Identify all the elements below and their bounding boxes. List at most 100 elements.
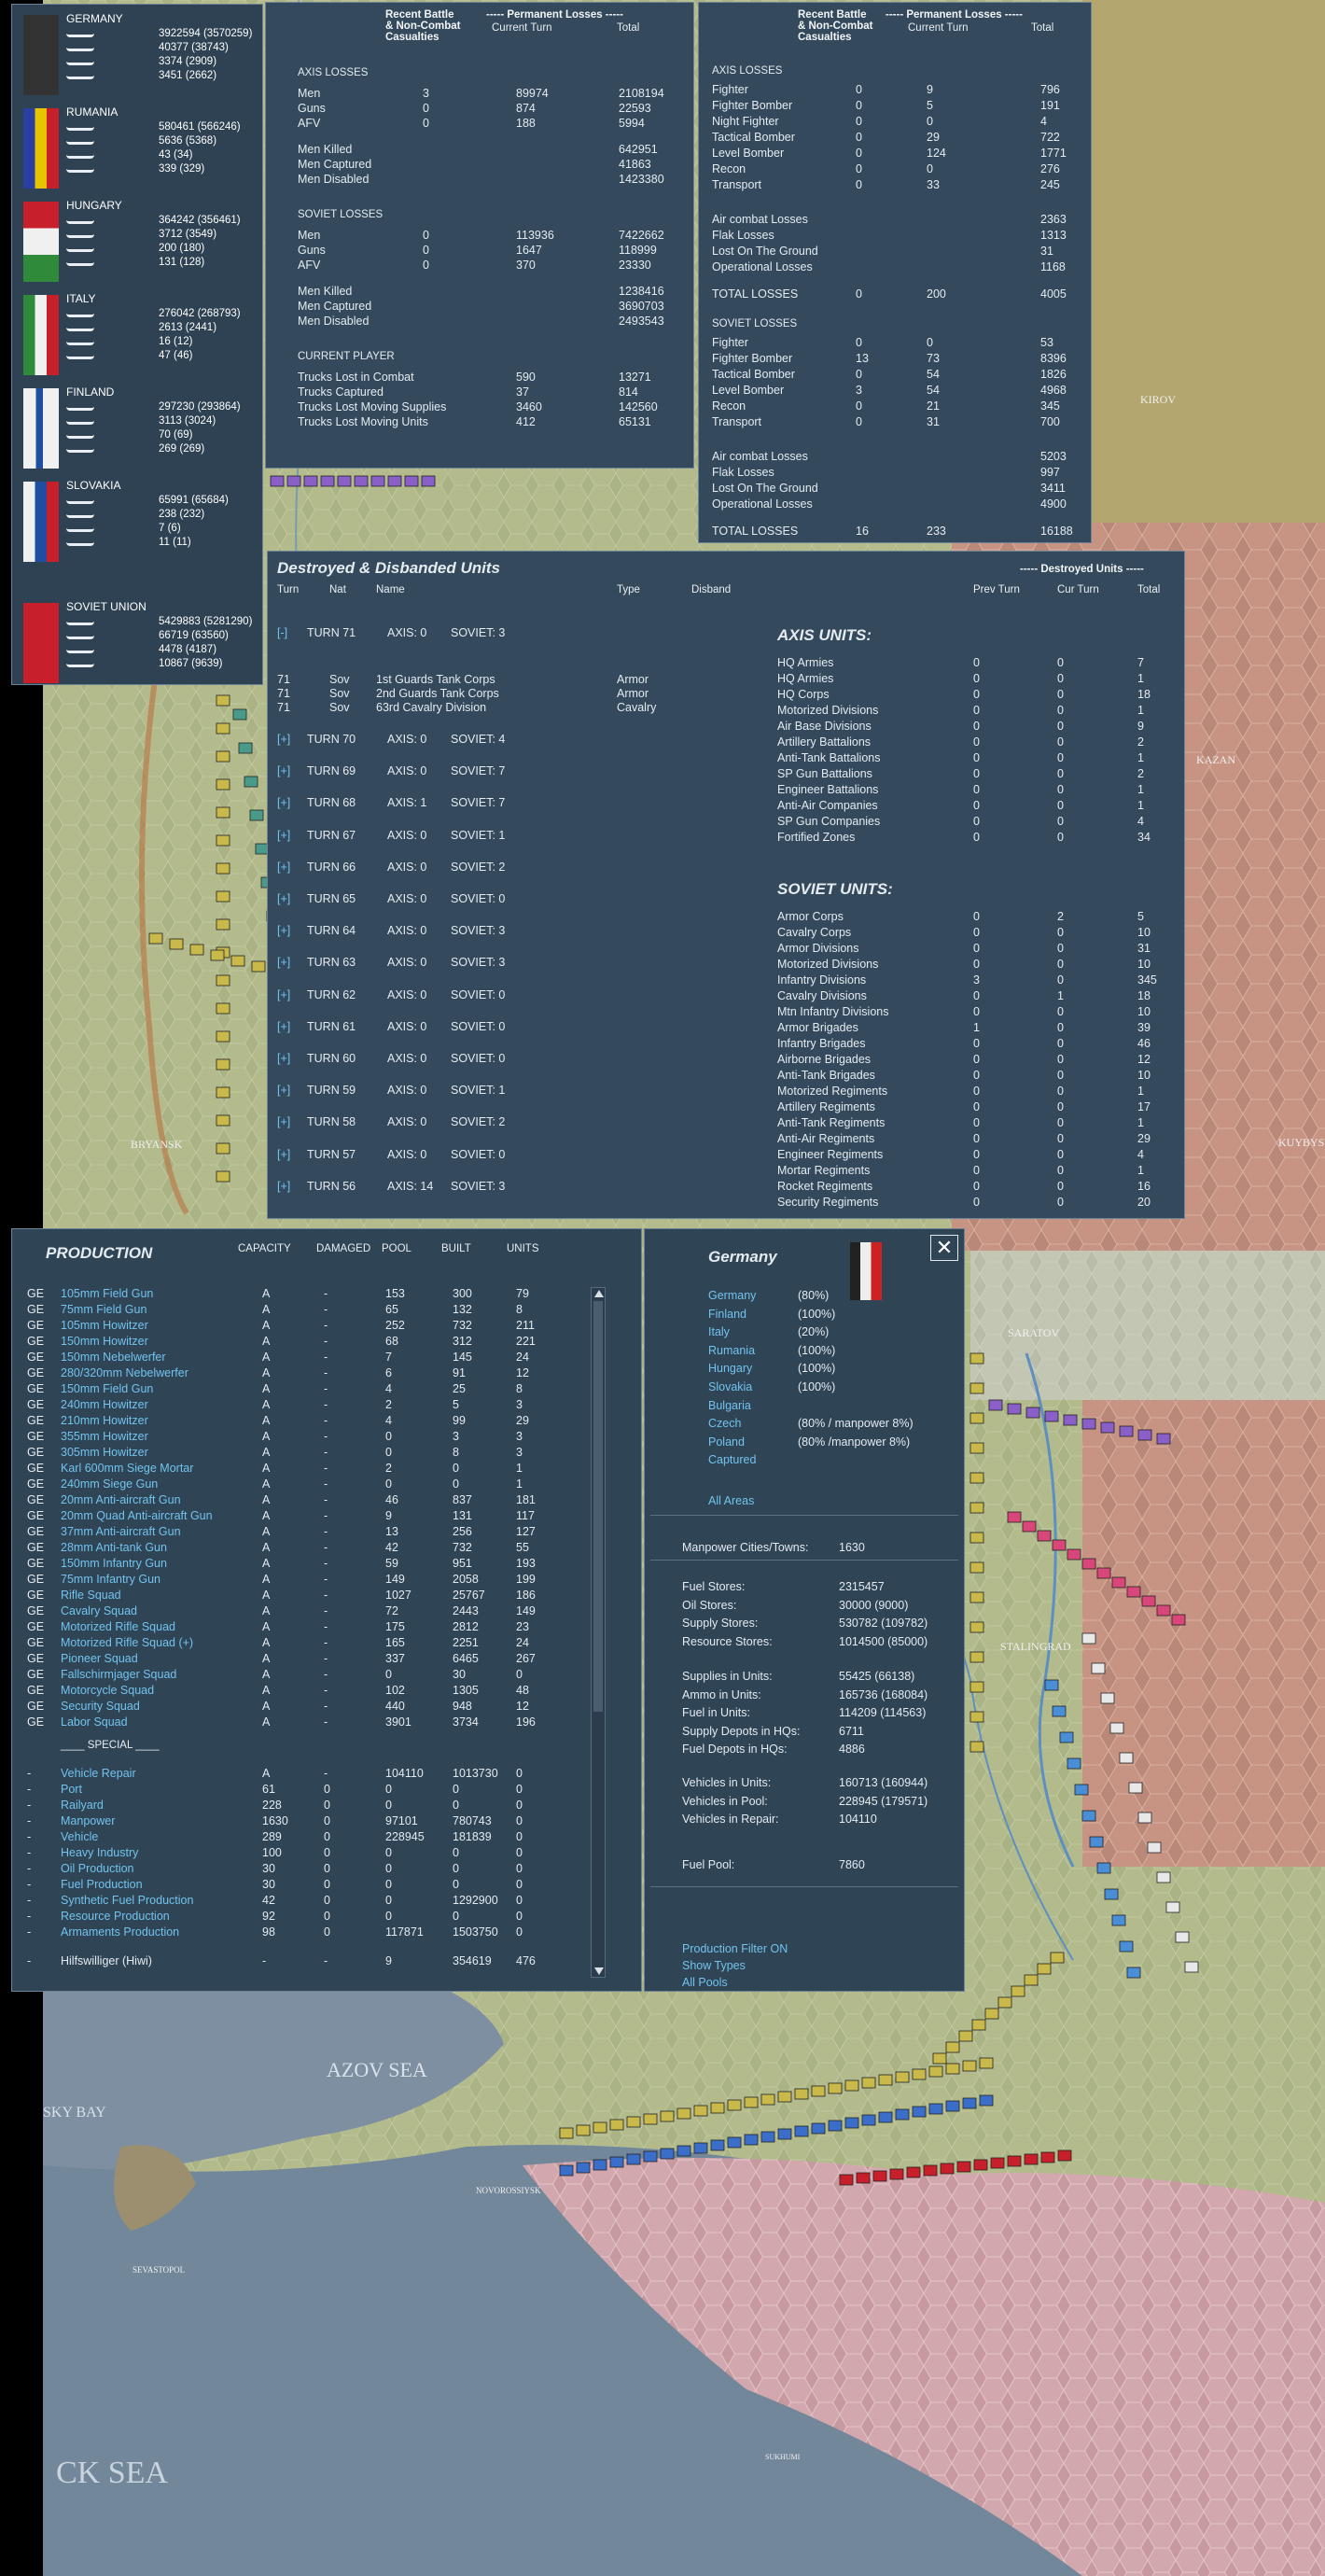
unit-counter[interactable]: [1111, 1576, 1126, 1589]
scroll-down-arrow-icon[interactable]: [594, 1967, 604, 1975]
expand-toggle[interactable]: [+]: [277, 1115, 290, 1128]
production-row[interactable]: GE 75mm Infantry Gun A - 149 2058 199: [12, 1573, 583, 1588]
production-row[interactable]: GE 20mm Anti-aircraft Gun A - 46 837 181: [12, 1493, 583, 1508]
unit-counter[interactable]: [1057, 2149, 1072, 2162]
unit-counter[interactable]: [956, 2161, 971, 2173]
unit-counter[interactable]: [969, 1442, 984, 1454]
unit-counter[interactable]: [760, 2131, 775, 2143]
unit-counter[interactable]: [210, 949, 225, 961]
unit-counter[interactable]: [1119, 1940, 1134, 1953]
production-special-row[interactable]: - Armaments Production 98 0 117871 1503750 0: [12, 1925, 583, 1940]
unit-counter[interactable]: [1024, 2153, 1039, 2165]
production-row[interactable]: GE 28mm Anti-tank Gun A - 42 732 55: [12, 1541, 583, 1556]
unit-counter[interactable]: [609, 2156, 624, 2168]
unit-counter[interactable]: [421, 475, 436, 487]
unit-counter[interactable]: [216, 1002, 230, 1015]
expand-toggle[interactable]: [+]: [277, 733, 290, 746]
unit-counter[interactable]: [643, 2113, 658, 2125]
unit-counter[interactable]: [844, 2079, 859, 2092]
production-row[interactable]: GE Labor Squad A - 3901 3734 196: [12, 1715, 583, 1730]
unit-counter[interactable]: [249, 809, 264, 821]
controlled-nation-link[interactable]: Germany: [708, 1289, 756, 1302]
controlled-nation-link[interactable]: Hungary: [708, 1362, 752, 1375]
unit-counter[interactable]: [216, 806, 230, 819]
turn-row[interactable]: [+] TURN 66 AXIS: 0 SOVIET: 2: [268, 861, 548, 875]
close-button[interactable]: ✕: [930, 1235, 958, 1261]
unit-counter[interactable]: [660, 2110, 675, 2122]
production-row[interactable]: GE 150mm Nebelwerfer A - 7 145 24: [12, 1351, 583, 1365]
unit-counter[interactable]: [286, 475, 301, 487]
unit-counter[interactable]: [626, 2116, 641, 2128]
production-special-row[interactable]: - Vehicle Repair A - 104110 1013730 0: [12, 1767, 583, 1782]
unit-counter[interactable]: [216, 890, 230, 903]
unit-counter[interactable]: [1063, 1414, 1078, 1426]
unit-counter[interactable]: [928, 2065, 943, 2078]
turn-toggle-collapse[interactable]: [-]: [277, 626, 287, 639]
unit-counter[interactable]: [984, 2008, 999, 2020]
unit-counter[interactable]: [270, 475, 285, 487]
unit-counter[interactable]: [923, 2164, 938, 2177]
production-row[interactable]: GE 150mm Infantry Gun A - 59 951 193: [12, 1557, 583, 1572]
unit-counter[interactable]: [727, 2099, 742, 2111]
unit-counter[interactable]: [189, 944, 204, 956]
controlled-nation-link[interactable]: Rumania: [708, 1344, 755, 1357]
production-special-row[interactable]: - Port 61 0 0 0 0: [12, 1783, 583, 1798]
production-special-row[interactable]: - Synthetic Fuel Production 42 0 0 1292900 0: [12, 1894, 583, 1909]
production-row[interactable]: GE 240mm Siege Gun A - 0 0 1: [12, 1477, 583, 1492]
turn-row[interactable]: [+] TURN 70 AXIS: 0 SOVIET: 4: [268, 733, 548, 748]
unit-counter[interactable]: [878, 2074, 893, 2086]
expand-toggle[interactable]: [+]: [277, 764, 290, 777]
unit-counter[interactable]: [932, 2052, 947, 2065]
unit-counter[interactable]: [251, 960, 266, 973]
production-row[interactable]: GE Cavalry Squad A - 72 2443 149: [12, 1604, 583, 1619]
production-row[interactable]: GE Karl 600mm Siege Mortar A - 2 0 1: [12, 1462, 583, 1477]
production-row[interactable]: GE 105mm Howitzer A - 252 732 211: [12, 1319, 583, 1334]
unit-counter[interactable]: [760, 2093, 775, 2106]
turn-row[interactable]: [+] TURN 65 AXIS: 0 SOVIET: 0: [268, 892, 548, 907]
unit-counter[interactable]: [693, 2105, 708, 2117]
unit-counter[interactable]: [777, 2128, 792, 2140]
turn-row[interactable]: [+] TURN 57 AXIS: 0 SOVIET: 0: [268, 1148, 548, 1163]
unit-counter[interactable]: [861, 2077, 876, 2089]
unit-counter[interactable]: [1044, 1679, 1059, 1691]
unit-counter[interactable]: [1141, 1595, 1156, 1607]
unit-counter[interactable]: [1096, 1862, 1111, 1874]
nation-row-rumania[interactable]: RUMANIA 580461 (566246) 5636 (5368) 43 (34)…: [23, 105, 270, 195]
unit-counter[interactable]: [1025, 1407, 1040, 1419]
production-row[interactable]: GE Motorcycle Squad A - 102 1305 48: [12, 1684, 583, 1699]
production-row[interactable]: GE Fallschirmjager Squad A - 0 30 0: [12, 1668, 583, 1683]
unit-counter[interactable]: [593, 2159, 607, 2171]
unit-counter[interactable]: [1081, 1810, 1096, 1822]
production-row[interactable]: GE 150mm Howitzer A - 68 312 221: [12, 1335, 583, 1350]
unit-counter[interactable]: [232, 708, 247, 721]
unit-counter[interactable]: [1137, 1429, 1152, 1441]
unit-counter[interactable]: [216, 750, 230, 763]
unit-counter[interactable]: [1081, 1418, 1096, 1430]
unit-counter[interactable]: [216, 722, 230, 735]
unit-counter[interactable]: [169, 938, 184, 950]
unit-counter[interactable]: [1175, 1931, 1190, 1943]
unit-counter[interactable]: [1007, 1403, 1022, 1415]
unit-counter[interactable]: [710, 2139, 725, 2151]
controlled-nation-link[interactable]: Slovakia: [708, 1380, 752, 1393]
controlled-nation-link[interactable]: Italy: [708, 1325, 730, 1338]
unit-counter[interactable]: [216, 1058, 230, 1071]
turn-row[interactable]: [+] TURN 62 AXIS: 0 SOVIET: 0: [268, 988, 548, 1003]
unit-counter[interactable]: [1024, 1974, 1039, 1986]
turn-row[interactable]: [+] TURN 61 AXIS: 0 SOVIET: 0: [268, 1020, 548, 1035]
unit-counter[interactable]: [609, 2119, 624, 2131]
unit-counter[interactable]: [216, 694, 230, 707]
nation-row-hungary[interactable]: HUNGARY 364242 (356461) 3712 (3549) 200 (18…: [23, 199, 270, 288]
unit-counter[interactable]: [1040, 2151, 1055, 2163]
expand-toggle[interactable]: [+]: [277, 924, 290, 937]
unit-counter[interactable]: [895, 2071, 910, 2083]
unit-counter[interactable]: [676, 2107, 691, 2120]
turn-row[interactable]: [+] TURN 58 AXIS: 0 SOVIET: 2: [268, 1115, 548, 1130]
unit-counter[interactable]: [940, 2163, 955, 2175]
unit-counter[interactable]: [559, 2164, 574, 2177]
expand-toggle[interactable]: [+]: [277, 829, 290, 842]
unit-counter[interactable]: [1137, 1812, 1152, 1824]
controlled-nation-link[interactable]: Poland: [708, 1435, 745, 1449]
unit-counter[interactable]: [1081, 1632, 1096, 1645]
nation-name[interactable]: GERMANY: [66, 12, 123, 25]
